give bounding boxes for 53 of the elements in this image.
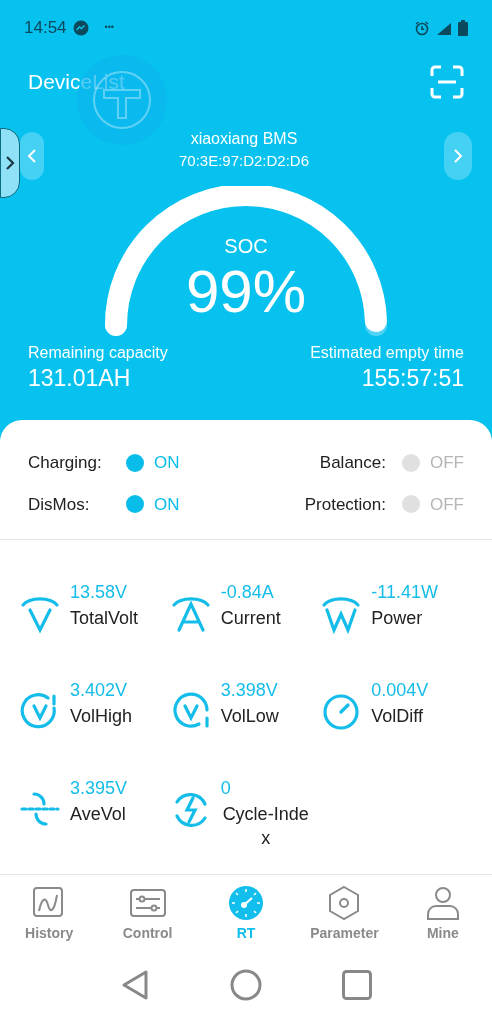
status-text: OFF — [430, 493, 464, 516]
metric-value: 3.398V — [220, 679, 279, 702]
recents-icon[interactable] — [342, 970, 372, 1000]
soc-value: 99% — [185, 258, 307, 326]
nav-tab[interactable]: Parameter — [295, 875, 394, 952]
switch-label: Charging: — [28, 452, 103, 474]
signal-icon — [436, 20, 452, 36]
rt-icon — [227, 883, 265, 922]
status-text: ON — [154, 452, 180, 474]
metric-value: -11.41W — [371, 581, 439, 604]
metric-value: 0.004V — [371, 679, 429, 702]
metric-label: TotalVolt — [70, 607, 139, 630]
metric-label: VolDiff — [371, 705, 425, 728]
metric-value: -0.84A — [220, 581, 275, 604]
remaining-capacity-label: Remaining capacity — [28, 343, 168, 363]
chevron-left-icon — [27, 148, 37, 164]
empty-time-label: Estimated empty time — [310, 343, 464, 363]
status-text: OFF — [430, 452, 464, 474]
status-text: ON — [154, 493, 180, 516]
switch-label: DisMos: — [28, 493, 91, 516]
scan-icon[interactable] — [430, 65, 464, 99]
metric-label: Cycle-Index — [221, 803, 310, 850]
soc-label: SOC — [224, 234, 268, 258]
nav-tab[interactable]: Mine — [393, 875, 492, 952]
switch-label: Protection: — [304, 493, 386, 516]
nav-tab[interactable]: History — [0, 875, 99, 952]
metric-value: 3.402V — [70, 679, 129, 702]
metric-value: 3.395V — [70, 777, 128, 800]
metric-label: VolLow — [220, 705, 279, 728]
switch-label: Balance: — [319, 452, 386, 474]
home-icon[interactable] — [230, 969, 262, 1001]
alarm-icon — [414, 20, 430, 36]
battery-icon — [458, 20, 468, 36]
metric-value: 13.58V — [70, 581, 129, 604]
remaining-capacity-value: 131.01AH — [28, 364, 131, 392]
metric-label: Power — [371, 607, 424, 630]
metric-value: 0 — [220, 777, 231, 800]
next-button[interactable] — [444, 132, 472, 180]
empty-time-value: 155:57:51 — [361, 364, 464, 392]
status-time: 14:54 — [24, 17, 67, 40]
back-icon[interactable] — [120, 969, 150, 1001]
metric-label: AveVol — [70, 803, 127, 826]
side-drawer-handle[interactable] — [0, 128, 20, 198]
messenger-icon — [72, 20, 89, 36]
device-name: xiaoxiang BMS — [190, 129, 298, 149]
device-mac: 70:3E:97:D2:D2:D6 — [178, 151, 310, 171]
metric-label: VolHigh — [70, 705, 133, 728]
more-indicator: ••• — [104, 21, 114, 35]
metric-label: Current — [220, 607, 281, 630]
chevron-right-icon — [5, 155, 15, 171]
nav-tab[interactable]: Control — [98, 875, 197, 952]
chevron-right-icon — [453, 148, 463, 164]
nav-tab[interactable]: RT — [196, 875, 296, 952]
